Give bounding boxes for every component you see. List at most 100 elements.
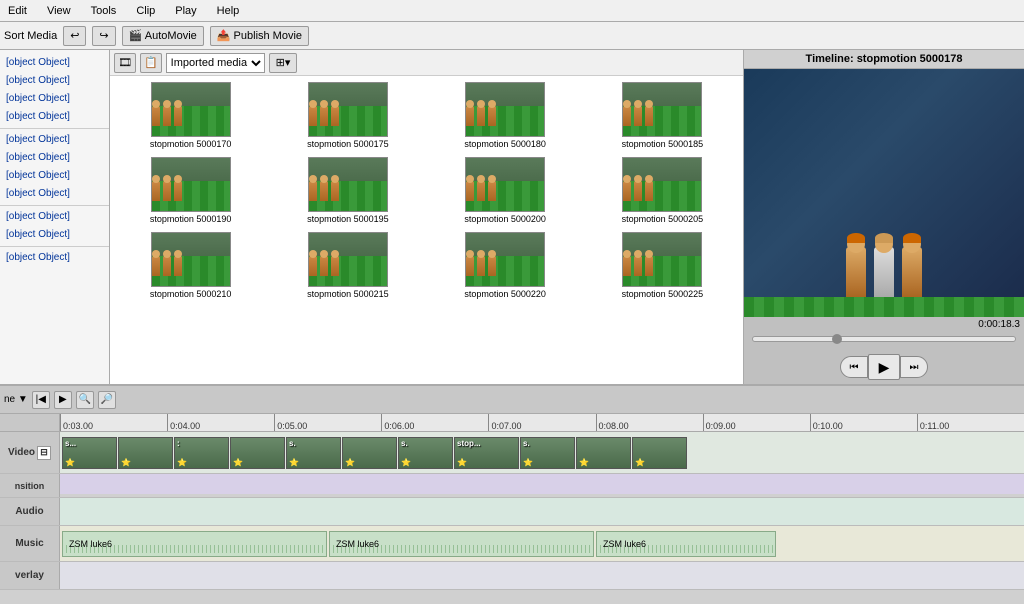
media-item-4[interactable]: stopmotion 5000190: [116, 157, 265, 224]
track-label-overlay: verlay: [0, 562, 60, 589]
media-label-9: stopmotion 5000215: [307, 289, 389, 299]
menu-play[interactable]: Play: [171, 4, 200, 18]
tl-play-button[interactable]: ▶: [54, 391, 72, 409]
sidebar-item-credits[interactable]: [object Object]: [0, 185, 109, 203]
video-clips-container: s... : s. s. stop... s.: [60, 432, 689, 473]
media-thumb-0: [151, 82, 231, 137]
media-item-10[interactable]: stopmotion 5000220: [431, 232, 580, 299]
video-clip-10[interactable]: [632, 437, 687, 469]
music-clip-label-1: ZSM luke6: [336, 539, 379, 549]
menu-edit[interactable]: Edit: [4, 4, 31, 18]
sidebar-item-cd[interactable]: [object Object]: [0, 249, 109, 267]
media-item-0[interactable]: stopmotion 5000170: [116, 82, 265, 149]
play-button[interactable]: ▶: [868, 354, 900, 380]
video-clip-4[interactable]: s.: [286, 437, 341, 469]
music-clip-0[interactable]: ZSM luke6: [62, 531, 327, 557]
track-overlay: verlay: [0, 562, 1024, 590]
step-forward-button[interactable]: ⏭: [900, 356, 928, 378]
media-item-11[interactable]: stopmotion 5000225: [588, 232, 737, 299]
automovie-button[interactable]: 🎬 AutoMovie: [122, 26, 204, 46]
main-layout: [object Object] [object Object] [object …: [0, 50, 1024, 384]
tl-zoom-in-button[interactable]: 🔍: [76, 391, 94, 409]
media-item-5[interactable]: stopmotion 5000195: [273, 157, 422, 224]
sidebar-item-audio[interactable]: [object Object]: [0, 108, 109, 126]
sidebar-item-computer[interactable]: [object Object]: [0, 226, 109, 244]
sidebar-item-os[interactable]: [object Object]: [0, 72, 109, 90]
ruler-mark-4: 0:07.00: [488, 414, 595, 432]
tl-zoom-out-button[interactable]: 🔎: [98, 391, 116, 409]
preview-video: [744, 69, 1024, 317]
track-content-overlay[interactable]: [60, 562, 1024, 589]
sidebar-item-to[interactable]: [object Object]: [0, 208, 109, 226]
video-clip-9[interactable]: [576, 437, 631, 469]
ruler-mark-8: 0:11.00: [917, 414, 1024, 432]
track-label-audio: Audio: [0, 498, 60, 525]
sidebar-item-camera[interactable]: [object Object]: [0, 54, 109, 72]
media-item-3[interactable]: stopmotion 5000185: [588, 82, 737, 149]
media-thumb-7: [622, 157, 702, 212]
media-panel-icon-btn2[interactable]: 📋: [140, 53, 162, 73]
media-filter-dropdown[interactable]: Imported media: [166, 53, 265, 73]
sidebar-item-tures[interactable]: [object Object]: [0, 90, 109, 108]
sidebar-item-cts[interactable]: [object Object]: [0, 149, 109, 167]
media-label-4: stopmotion 5000190: [150, 214, 232, 224]
step-back-button[interactable]: ⏮: [840, 356, 868, 378]
video-clip-7[interactable]: stop...: [454, 437, 519, 469]
music-clip-label-0: ZSM luke6: [69, 539, 112, 549]
redo-button[interactable]: ↪: [92, 26, 115, 46]
ruler-mark-5: 0:08.00: [596, 414, 703, 432]
timeline-ruler: 0:03.00 0:04.00 0:05.00 0:06.00 0:07.00 …: [60, 414, 1024, 432]
video-clip-5[interactable]: [342, 437, 397, 469]
menu-view[interactable]: View: [43, 4, 75, 18]
track-content-video[interactable]: s... : s. s. stop... s.: [60, 432, 1024, 473]
music-clip-1[interactable]: ZSM luke6: [329, 531, 594, 557]
menu-clip[interactable]: Clip: [132, 4, 159, 18]
preview-figure-hair-1: [847, 233, 865, 243]
video-clip-6[interactable]: s.: [398, 437, 453, 469]
menu-tools[interactable]: Tools: [87, 4, 121, 18]
undo-button[interactable]: ↩: [63, 26, 86, 46]
media-panel-toolbar: 🎞 📋 Imported media ⊞▾: [110, 50, 743, 76]
preview-figure-hair-2: [875, 233, 893, 243]
scrubber-thumb[interactable]: [832, 334, 842, 344]
track-label-music: Music: [0, 526, 60, 561]
video-clip-3[interactable]: [230, 437, 285, 469]
timeline-label: ne ▼: [4, 394, 28, 405]
preview-timecode: 0:00:18.3: [744, 317, 1024, 332]
tl-start-button[interactable]: |◀: [32, 391, 50, 409]
track-content-transition[interactable]: [60, 474, 1024, 494]
track-content-music[interactable]: ZSM luke6 ZSM luke6 ZSM luke6: [60, 526, 1024, 561]
media-thumb-8: [151, 232, 231, 287]
automovie-icon: 🎬: [129, 30, 143, 42]
track-expand-video[interactable]: ⊟: [37, 446, 51, 460]
media-label-0: stopmotion 5000170: [150, 139, 232, 149]
ruler-mark-7: 0:10.00: [810, 414, 917, 432]
video-clip-1[interactable]: [118, 437, 173, 469]
media-item-9[interactable]: stopmotion 5000215: [273, 232, 422, 299]
preview-video-content: [744, 69, 1024, 317]
ruler-mark-0: 0:03.00: [60, 414, 167, 432]
media-item-1[interactable]: stopmotion 5000175: [273, 82, 422, 149]
sidebar-item-imported[interactable]: [object Object]: [0, 131, 109, 149]
track-video: Video ⊟ s... : s. s. stop... s.: [0, 432, 1024, 474]
music-clip-label-2: ZSM luke6: [603, 539, 646, 549]
track-content-audio[interactable]: [60, 498, 1024, 525]
preview-title: Timeline: stopmotion 5000178: [744, 50, 1024, 69]
ruler-mark-2: 0:05.00: [274, 414, 381, 432]
video-clip-8[interactable]: s.: [520, 437, 575, 469]
media-thumb-10: [465, 232, 545, 287]
publish-button[interactable]: 📤 Publish Movie: [210, 26, 309, 46]
music-clip-2[interactable]: ZSM luke6: [596, 531, 776, 557]
video-clip-2[interactable]: :: [174, 437, 229, 469]
media-item-6[interactable]: stopmotion 5000200: [431, 157, 580, 224]
media-item-2[interactable]: stopmotion 5000180: [431, 82, 580, 149]
menu-help[interactable]: Help: [213, 4, 244, 18]
video-clip-0[interactable]: s...: [62, 437, 117, 469]
media-item-7[interactable]: stopmotion 5000205: [588, 157, 737, 224]
media-thumb-4: [151, 157, 231, 212]
media-item-8[interactable]: stopmotion 5000210: [116, 232, 265, 299]
scrubber-track[interactable]: [752, 336, 1016, 342]
media-panel-icon-btn[interactable]: 🎞: [114, 53, 136, 73]
media-view-toggle[interactable]: ⊞▾: [269, 53, 298, 73]
sidebar-item-transitions[interactable]: [object Object]: [0, 167, 109, 185]
